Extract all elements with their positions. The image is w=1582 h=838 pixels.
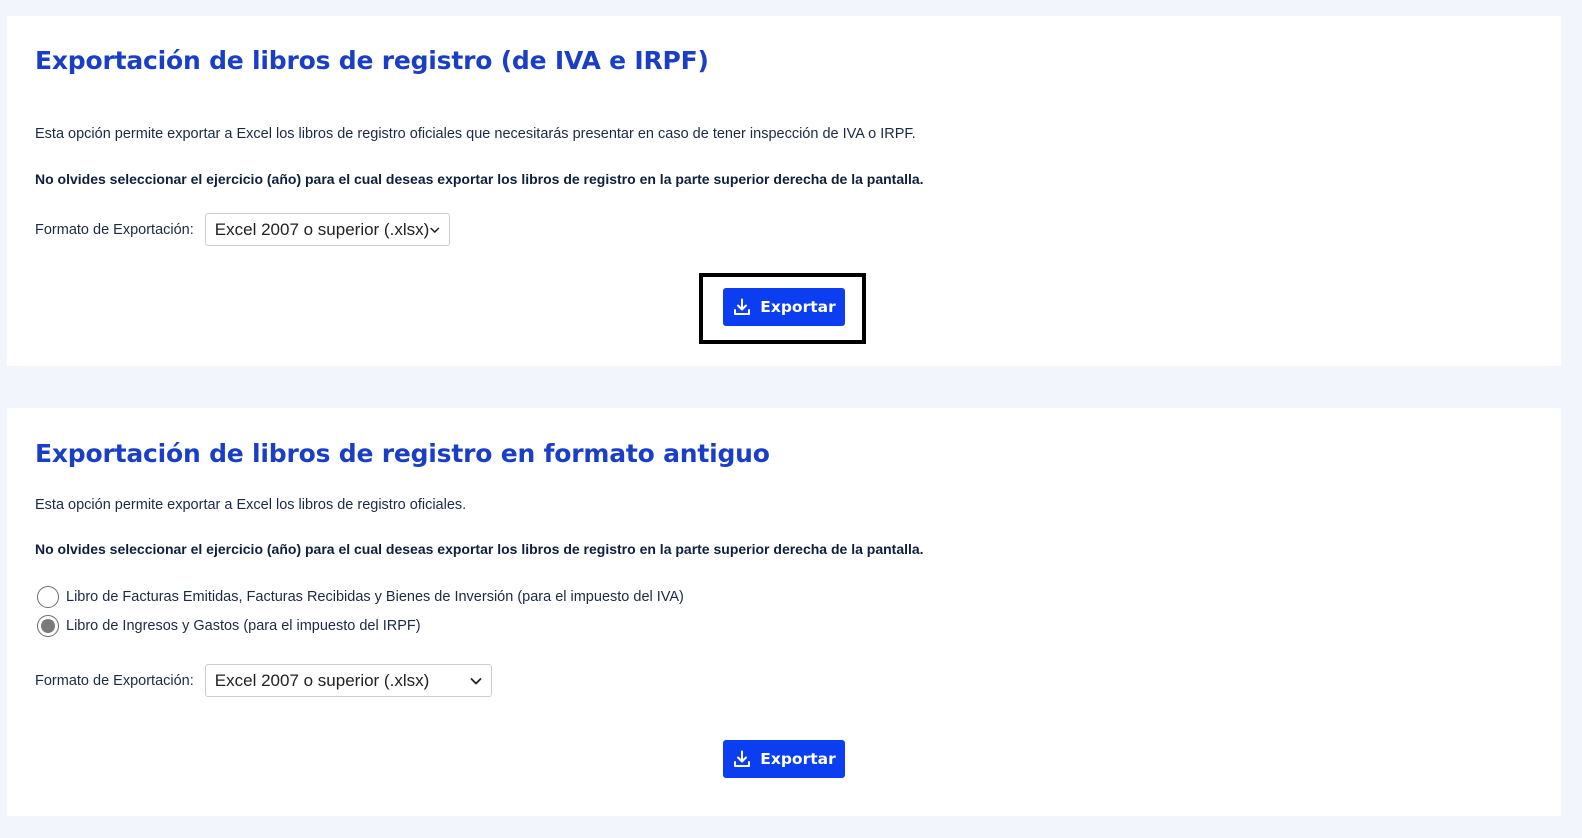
- section-title: Exportación de libros de registro en for…: [35, 439, 770, 468]
- year-reminder-note: No olvides seleccionar el ejercicio (año…: [35, 541, 924, 557]
- format-label: Formato de Exportación:: [35, 672, 194, 689]
- section-description: Esta opción permite exportar a Excel los…: [35, 497, 467, 513]
- radio-button-iva[interactable]: [37, 586, 59, 608]
- format-label: Formato de Exportación:: [35, 221, 194, 238]
- chevron-down-icon: [430, 227, 440, 233]
- format-select[interactable]: Excel 2007 o superior (.xlsx): [204, 213, 450, 246]
- radio-button-irpf[interactable]: [37, 615, 59, 637]
- radio-option-irpf[interactable]: Libro de Ingresos y Gastos (para el impu…: [37, 614, 421, 638]
- chevron-down-icon: [470, 677, 482, 684]
- year-reminder-note: No olvides seleccionar el ejercicio (año…: [35, 171, 924, 187]
- export-books-card: Exportación de libros de registro (de IV…: [7, 16, 1561, 366]
- radio-label-iva: Libro de Facturas Emitidas, Facturas Rec…: [66, 589, 684, 605]
- download-icon: [734, 750, 751, 767]
- export-button-label: Exportar: [760, 298, 836, 316]
- format-select-value: Excel 2007 o superior (.xlsx): [214, 670, 430, 690]
- section-description: Esta opción permite exportar a Excel los…: [35, 126, 916, 142]
- export-legacy-books-card: Exportación de libros de registro en for…: [7, 408, 1561, 816]
- export-button-label: Exportar: [760, 750, 836, 768]
- radio-option-iva[interactable]: Libro de Facturas Emitidas, Facturas Rec…: [37, 585, 684, 609]
- format-row: Formato de Exportación: Excel 2007 o sup…: [35, 664, 492, 697]
- format-row: Formato de Exportación: Excel 2007 o sup…: [35, 213, 450, 246]
- download-icon: [734, 298, 751, 315]
- radio-label-irpf: Libro de Ingresos y Gastos (para el impu…: [66, 618, 421, 634]
- export-button[interactable]: Exportar: [723, 288, 845, 326]
- format-select-value: Excel 2007 o superior (.xlsx): [214, 219, 430, 239]
- section-title: Exportación de libros de registro (de IV…: [35, 46, 709, 75]
- format-select[interactable]: Excel 2007 o superior (.xlsx): [204, 664, 492, 697]
- export-button[interactable]: Exportar: [723, 740, 845, 778]
